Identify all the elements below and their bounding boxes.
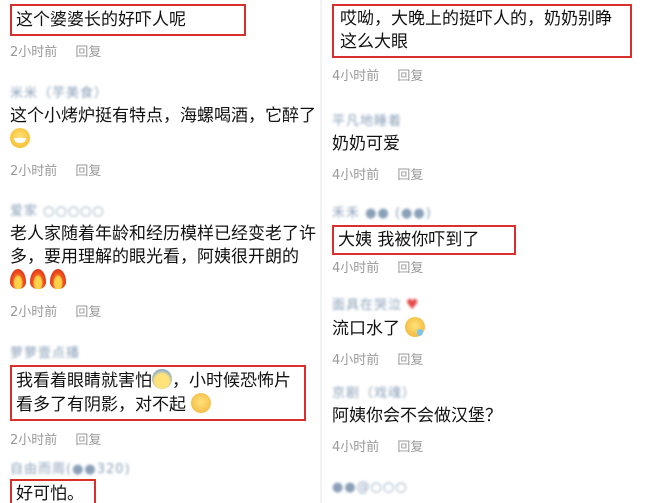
- highlight-box: 我看着眼睛就害怕 ，小时候恐怖片看多了有阴影，对不起: [10, 365, 306, 421]
- fire-emoji-icon: [30, 269, 46, 289]
- reply-button[interactable]: 回复: [397, 261, 423, 276]
- comment-item: ●●@○○○: [332, 480, 646, 495]
- comment-time: 4小时前: [332, 353, 380, 368]
- reply-button[interactable]: 回复: [397, 69, 423, 84]
- comment-time: 4小时前: [332, 261, 380, 276]
- username[interactable]: ●●@○○○: [332, 480, 646, 495]
- fearful-emoji-icon: [152, 369, 172, 389]
- comment-time: 2小时前: [10, 164, 58, 179]
- comment-time: 2小时前: [10, 305, 58, 320]
- username[interactable]: 禾禾 ●● (●●): [332, 202, 646, 221]
- username[interactable]: 平凡地睡着: [332, 110, 646, 129]
- comment-text: 这个婆婆长的好吓人呢: [16, 10, 186, 30]
- comment-item: 萝萝壹点播 我看着眼睛就害怕 ，小时候恐怖片看多了有阴影，对不起 2小时前 回复: [10, 342, 316, 448]
- username[interactable]: 爱家 ○○○○○: [10, 200, 316, 219]
- comment-text: 阿姨你会不会做汉堡？: [332, 406, 502, 426]
- comment-time: 4小时前: [332, 168, 380, 183]
- highlight-box: 哎呦，大晚上的挺吓人的，奶奶别睁这么大眼: [332, 4, 632, 58]
- comment-text: 哎呦，大晚上的挺吓人的，奶奶别睁这么大眼: [340, 9, 612, 52]
- heart-icon: ♥: [406, 297, 420, 313]
- reply-button[interactable]: 回复: [75, 45, 101, 60]
- username[interactable]: 自由而周(●●320): [10, 458, 316, 477]
- right-comment-column: 哎呦，大晚上的挺吓人的，奶奶别睁这么大眼 4小时前 回复 平凡地睡着 奶奶可爱 …: [322, 0, 650, 503]
- highlight-box: 这个婆婆长的好吓人呢: [10, 4, 246, 36]
- reply-button[interactable]: 回复: [75, 305, 101, 320]
- comment-text: 这个小烤炉挺有特点，海螺喝酒，它醉了: [10, 106, 316, 126]
- comment-text: 好可怕。: [16, 484, 84, 503]
- fire-emoji-icon: [10, 269, 26, 289]
- reply-button[interactable]: 回复: [75, 164, 101, 179]
- fire-emoji-icon: [50, 269, 66, 289]
- reply-button[interactable]: 回复: [397, 168, 423, 183]
- pleading-emoji-icon: [191, 393, 212, 413]
- comment-text: 老人家随着年龄和经历模样已经变老了许多，要用理解的眼光看，阿姨很开朗的: [10, 224, 316, 267]
- comment-item: 这个婆婆长的好吓人呢 2小时前 回复: [10, 2, 316, 60]
- comment-item: 爱家 ○○○○○ 老人家随着年龄和经历模样已经变老了许多，要用理解的眼光看，阿姨…: [10, 200, 316, 320]
- comment-time: 2小时前: [10, 45, 58, 60]
- reply-button[interactable]: 回复: [397, 440, 423, 455]
- username[interactable]: 米米（芋美食）: [10, 82, 316, 101]
- username[interactable]: 京剧（戏魂）: [332, 382, 646, 401]
- comment-text: 奶奶可爱: [332, 134, 400, 154]
- left-comment-column: 这个婆婆长的好吓人呢 2小时前 回复 米米（芋美食） 这个小烤炉挺有特点，海螺喝…: [0, 0, 320, 503]
- comment-time: 4小时前: [332, 440, 380, 455]
- drooling-emoji-icon: [405, 317, 426, 337]
- comment-time: 2小时前: [10, 433, 58, 448]
- comment-text: 我看着眼睛就害怕: [16, 371, 152, 391]
- username[interactable]: 萝萝壹点播: [10, 342, 316, 361]
- comment-text: 流口水了: [332, 319, 400, 339]
- reply-button[interactable]: 回复: [75, 433, 101, 448]
- username-text: 面具在哭泣: [332, 298, 403, 313]
- comment-time: 4小时前: [332, 69, 380, 84]
- comment-text: 大姨 我被你吓到了: [338, 230, 480, 250]
- comment-item: 自由而周(●●320) 好可怕。: [10, 458, 316, 503]
- comment-item: 面具在哭泣 ♥ 流口水了 4小时前 回复: [332, 294, 646, 368]
- comment-item: 禾禾 ●● (●●) 大姨 我被你吓到了 4小时前 回复: [332, 202, 646, 276]
- reply-button[interactable]: 回复: [397, 353, 423, 368]
- highlight-box: 大姨 我被你吓到了: [332, 225, 516, 255]
- comment-item: 哎呦，大晚上的挺吓人的，奶奶别睁这么大眼 4小时前 回复: [332, 2, 646, 84]
- comment-item: 米米（芋美食） 这个小烤炉挺有特点，海螺喝酒，它醉了 2小时前 回复: [10, 82, 316, 179]
- grin-emoji-icon: [10, 128, 30, 148]
- highlight-box: 好可怕。: [10, 479, 96, 503]
- comment-item: 平凡地睡着 奶奶可爱 4小时前 回复: [332, 110, 646, 183]
- comment-item: 京剧（戏魂） 阿姨你会不会做汉堡？ 4小时前 回复: [332, 382, 646, 455]
- username[interactable]: 面具在哭泣 ♥: [332, 294, 646, 313]
